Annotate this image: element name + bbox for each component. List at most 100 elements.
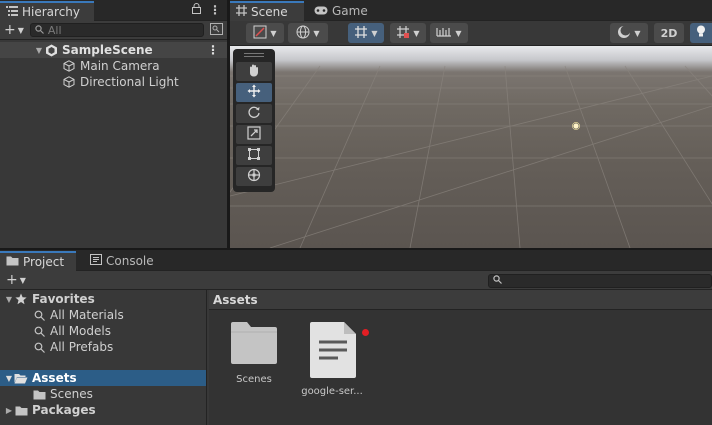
asset-label: Scenes xyxy=(236,374,272,385)
create-asset-dropdown[interactable]: + ▼ xyxy=(6,272,26,288)
grid-snap-icon xyxy=(354,25,368,42)
list-item[interactable]: Scenes xyxy=(0,386,206,402)
breadcrumb-assets[interactable]: Assets xyxy=(213,293,258,307)
project-toolbar: + ▼ xyxy=(0,271,712,290)
scene-row[interactable]: ▼ SampleScene ⋮ xyxy=(0,42,227,58)
chevron-down-icon: ▼ xyxy=(455,28,462,38)
cube-icon xyxy=(62,75,76,89)
list-icon xyxy=(6,5,18,19)
chevron-down-icon: ▼ xyxy=(413,28,420,38)
asset-folder-scenes[interactable]: Scenes xyxy=(218,322,290,385)
hierarchy-tabbar: Hierarchy ⋮ xyxy=(0,0,227,21)
console-icon xyxy=(90,254,102,268)
tools-overlay xyxy=(233,49,275,192)
lighting-toggle-button[interactable] xyxy=(690,23,712,43)
search-placeholder: All xyxy=(47,23,62,37)
plus-icon: + xyxy=(6,272,18,288)
search-options-icon[interactable] xyxy=(210,22,223,38)
rect-transform-icon xyxy=(247,147,261,164)
increment-snap-dropdown[interactable]: ▼ xyxy=(390,23,426,43)
expand-arrow-icon[interactable]: ▼ xyxy=(34,46,44,55)
grid-snapping-dropdown[interactable]: ▼ xyxy=(348,23,384,43)
favorites-row[interactable]: ▼ Favorites xyxy=(0,291,206,307)
unity-scene-icon xyxy=(44,43,58,57)
chevron-down-icon: ▼ xyxy=(17,25,24,35)
project-search-input[interactable] xyxy=(488,274,712,288)
project-folder-tree: ▼ Favorites All Materials All Models All… xyxy=(0,290,207,425)
object-label: Main Camera xyxy=(80,59,160,73)
plus-icon: + xyxy=(4,22,16,38)
directional-light-gizmo[interactable] xyxy=(572,119,580,133)
toggle-2d-button[interactable]: 2D xyxy=(654,23,684,43)
scene-viewport[interactable] xyxy=(230,46,712,248)
tab-project[interactable]: Project xyxy=(0,251,76,271)
create-dropdown[interactable]: + ▼ xyxy=(4,22,24,38)
document-icon xyxy=(308,322,356,381)
gizmo-toggle-dropdown[interactable]: ▼ xyxy=(246,23,284,43)
object-label: Directional Light xyxy=(80,75,179,89)
expand-arrow-icon[interactable]: ▼ xyxy=(4,374,14,383)
tab-scene[interactable]: Scene xyxy=(230,1,304,21)
transform-tool-button[interactable] xyxy=(236,167,272,186)
search-icon xyxy=(32,308,46,322)
list-item[interactable]: Directional Light xyxy=(0,74,227,90)
packages-folder-label: Packages xyxy=(32,403,96,417)
rotate-tool-button[interactable] xyxy=(236,104,272,123)
asset-label: google-ser... xyxy=(301,386,363,397)
asset-file-google-services[interactable]: google-ser... xyxy=(296,322,368,397)
view-options-dropdown[interactable]: ▼ xyxy=(288,23,328,43)
hand-tool-button[interactable] xyxy=(236,62,272,81)
rotate-icon xyxy=(247,105,261,122)
list-item[interactable]: All Materials xyxy=(0,307,206,323)
favorite-label: All Models xyxy=(50,324,111,338)
tab-console[interactable]: Console xyxy=(84,251,162,271)
globe-icon xyxy=(296,25,310,42)
tab-game[interactable]: Game xyxy=(308,1,376,21)
scene-name: SampleScene xyxy=(62,43,153,57)
scale-icon xyxy=(247,126,261,143)
open-folder-icon xyxy=(14,371,28,385)
list-item[interactable]: Main Camera xyxy=(0,58,227,74)
folder-label: Scenes xyxy=(50,387,93,401)
gamepad-icon xyxy=(314,4,328,18)
project-tabbar: Project Console xyxy=(0,250,712,271)
assets-folder-row[interactable]: ▼ Assets xyxy=(0,370,206,386)
list-item[interactable]: All Prefabs xyxy=(0,339,206,355)
kebab-menu-icon[interactable]: ⋮ xyxy=(209,3,221,17)
collapse-arrow-icon[interactable]: ▶ xyxy=(4,406,14,415)
scale-tool-button[interactable] xyxy=(236,125,272,144)
scene-toolbar: ▼ ▼ ▼ ▼ ▼ ▼ 2D xyxy=(230,21,712,46)
grid-icon xyxy=(236,5,247,19)
expand-arrow-icon[interactable]: ▼ xyxy=(4,295,14,304)
project-panel: Project Console + ▼ ▼ Favorites All Mate… xyxy=(0,250,712,425)
hierarchy-search-input[interactable]: All xyxy=(29,23,204,37)
rect-tool-button[interactable] xyxy=(236,146,272,165)
chevron-down-icon: ▼ xyxy=(270,28,277,38)
gizmo-icon xyxy=(253,25,267,42)
scene-tabbar: Scene Game xyxy=(230,0,712,21)
tab-console-label: Console xyxy=(106,254,154,268)
collab-status-dot xyxy=(362,329,369,336)
list-item[interactable]: All Models xyxy=(0,323,206,339)
scene-menu-icon[interactable]: ⋮ xyxy=(207,43,219,57)
folder-icon xyxy=(230,322,278,367)
packages-folder-row[interactable]: ▶ Packages xyxy=(0,402,206,418)
hierarchy-toolbar: + ▼ All xyxy=(0,21,227,40)
tab-scene-label: Scene xyxy=(251,5,288,19)
tab-hierarchy-label: Hierarchy xyxy=(22,5,81,19)
overlay-drag-handle[interactable] xyxy=(236,53,272,59)
scene-panel: Scene Game ▼ ▼ ▼ ▼ ▼ ▼ 2D xyxy=(230,0,712,248)
assets-folder-label: Assets xyxy=(32,371,77,385)
hierarchy-panel: Hierarchy ⋮ + ▼ All ▼ SampleScene ⋮ Main… xyxy=(0,0,227,248)
lock-icon[interactable] xyxy=(192,3,201,17)
ruler-dropdown[interactable]: ▼ xyxy=(430,23,468,43)
shading-mode-dropdown[interactable]: ▼ xyxy=(610,23,648,43)
chevron-down-icon: ▼ xyxy=(371,28,378,38)
lightbulb-icon xyxy=(696,25,706,41)
project-content: Assets Scenes google-ser... xyxy=(209,290,712,425)
move-tool-button[interactable] xyxy=(236,83,272,102)
tab-hierarchy[interactable]: Hierarchy xyxy=(0,1,94,21)
chevron-down-icon: ▼ xyxy=(19,275,26,285)
folder-icon xyxy=(32,387,46,401)
tab-game-label: Game xyxy=(332,4,368,18)
